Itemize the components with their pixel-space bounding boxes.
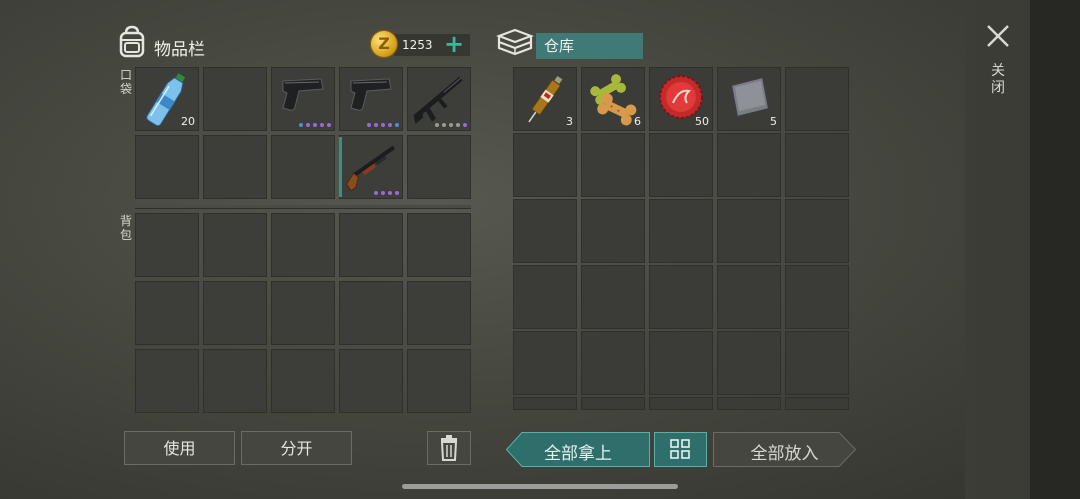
storage-slot[interactable] bbox=[581, 199, 645, 263]
pocket-slot-4[interactable] bbox=[339, 67, 403, 131]
pocket-slot-9[interactable] bbox=[339, 135, 403, 199]
mod-indicators bbox=[435, 123, 467, 127]
storage-slot[interactable] bbox=[717, 199, 781, 263]
take-all-label: 全部拿上 bbox=[544, 444, 612, 464]
storage-item-slot-4[interactable]: 5 bbox=[717, 67, 781, 131]
section-divider bbox=[135, 205, 471, 208]
storage-slot[interactable] bbox=[513, 199, 577, 263]
storage-slot[interactable] bbox=[785, 331, 849, 395]
assault-rifle-icon bbox=[413, 76, 463, 124]
backpack-slot[interactable] bbox=[339, 213, 403, 277]
storage-slot[interactable] bbox=[649, 331, 713, 395]
storage-slot[interactable] bbox=[785, 133, 849, 197]
backpack-slot[interactable] bbox=[203, 349, 267, 413]
close-icon[interactable] bbox=[984, 22, 1012, 50]
mod-indicators bbox=[299, 123, 331, 127]
storage-box-icon bbox=[496, 28, 534, 56]
item-quantity: 6 bbox=[634, 115, 641, 128]
storage-slot[interactable] bbox=[717, 265, 781, 329]
backpack-slot[interactable] bbox=[203, 281, 267, 345]
item-quantity: 5 bbox=[770, 115, 777, 128]
coin-icon: Z bbox=[370, 30, 398, 58]
storage-slot[interactable] bbox=[785, 67, 849, 131]
pocket-slot-6[interactable] bbox=[135, 135, 199, 199]
sort-grid-button[interactable] bbox=[654, 432, 707, 467]
pistol-icon bbox=[282, 78, 324, 111]
storage-slot[interactable] bbox=[649, 397, 713, 410]
storage-item-slot-1[interactable]: 3 bbox=[513, 67, 577, 131]
item-quantity: 50 bbox=[695, 115, 709, 128]
add-coins-button[interactable]: + bbox=[444, 30, 464, 58]
storage-slot[interactable] bbox=[513, 133, 577, 197]
storage-item-slot-3[interactable]: 50 bbox=[649, 67, 713, 131]
pocket-slot-2[interactable] bbox=[203, 67, 267, 131]
coin-balance: Z 1253 + bbox=[368, 30, 472, 60]
backpack-slot[interactable] bbox=[203, 213, 267, 277]
storage-name-field[interactable]: 仓库 bbox=[536, 33, 643, 59]
pocket-slot-8[interactable] bbox=[271, 135, 335, 199]
inventory-title: 物品栏 bbox=[154, 40, 205, 60]
coin-amount: 1253 bbox=[402, 38, 433, 52]
pistol-icon bbox=[350, 78, 392, 111]
backpack-slot[interactable] bbox=[271, 349, 335, 413]
storage-item-slot-2[interactable]: 6 bbox=[581, 67, 645, 131]
backpack-slot[interactable] bbox=[407, 213, 471, 277]
pocket-slot-10[interactable] bbox=[407, 135, 471, 199]
use-button[interactable]: 使用 bbox=[124, 431, 235, 465]
backpack-slot[interactable] bbox=[271, 281, 335, 345]
storage-slot[interactable] bbox=[581, 331, 645, 395]
trash-icon bbox=[440, 435, 458, 461]
backpack-slot[interactable] bbox=[271, 213, 335, 277]
close-label[interactable]: 关闭 bbox=[990, 63, 1006, 97]
storage-slot[interactable] bbox=[785, 199, 849, 263]
pocket-slot-7[interactable] bbox=[203, 135, 267, 199]
storage-slot[interactable] bbox=[513, 265, 577, 329]
backpack-slot[interactable] bbox=[339, 349, 403, 413]
take-all-button[interactable]: 全部拿上 bbox=[506, 432, 650, 467]
mod-indicators bbox=[374, 191, 399, 195]
storage-slot[interactable] bbox=[785, 265, 849, 329]
mod-indicators bbox=[367, 123, 399, 127]
storage-slot[interactable] bbox=[513, 331, 577, 395]
discard-button[interactable] bbox=[427, 431, 471, 465]
backpack-slot[interactable] bbox=[407, 349, 471, 413]
screen-edge bbox=[1030, 0, 1080, 499]
storage-slot[interactable] bbox=[649, 133, 713, 197]
item-quantity: 20 bbox=[181, 115, 195, 128]
pocket-label: 口袋 bbox=[119, 68, 132, 96]
backpack-slot[interactable] bbox=[339, 281, 403, 345]
pocket-slot-5[interactable] bbox=[407, 67, 471, 131]
storage-slot[interactable] bbox=[649, 265, 713, 329]
storage-slot[interactable] bbox=[717, 133, 781, 197]
shotgun-icon bbox=[345, 145, 396, 192]
coin-symbol: Z bbox=[378, 34, 390, 53]
home-indicator bbox=[402, 484, 678, 489]
item-quantity: 3 bbox=[566, 115, 573, 128]
storage-slot[interactable] bbox=[785, 397, 849, 410]
storage-slot[interactable] bbox=[581, 133, 645, 197]
backpack-icon bbox=[119, 25, 145, 58]
pocket-slot-1[interactable]: 20 bbox=[135, 67, 199, 131]
storage-slot[interactable] bbox=[649, 199, 713, 263]
grid-icon bbox=[670, 439, 690, 459]
backpack-slot[interactable] bbox=[135, 349, 199, 413]
backpack-slot[interactable] bbox=[135, 281, 199, 345]
backpack-label: 背包 bbox=[119, 214, 132, 242]
backpack-slot[interactable] bbox=[135, 213, 199, 277]
storage-slot[interactable] bbox=[717, 331, 781, 395]
split-button[interactable]: 分开 bbox=[241, 431, 352, 465]
storage-slot[interactable] bbox=[513, 397, 577, 410]
pocket-slot-3[interactable] bbox=[271, 67, 335, 131]
storage-slot[interactable] bbox=[581, 397, 645, 410]
backpack-slot[interactable] bbox=[407, 281, 471, 345]
storage-slot[interactable] bbox=[581, 265, 645, 329]
put-all-button[interactable]: 全部放入 bbox=[713, 432, 856, 467]
storage-slot[interactable] bbox=[717, 397, 781, 410]
put-all-label: 全部放入 bbox=[750, 444, 819, 464]
